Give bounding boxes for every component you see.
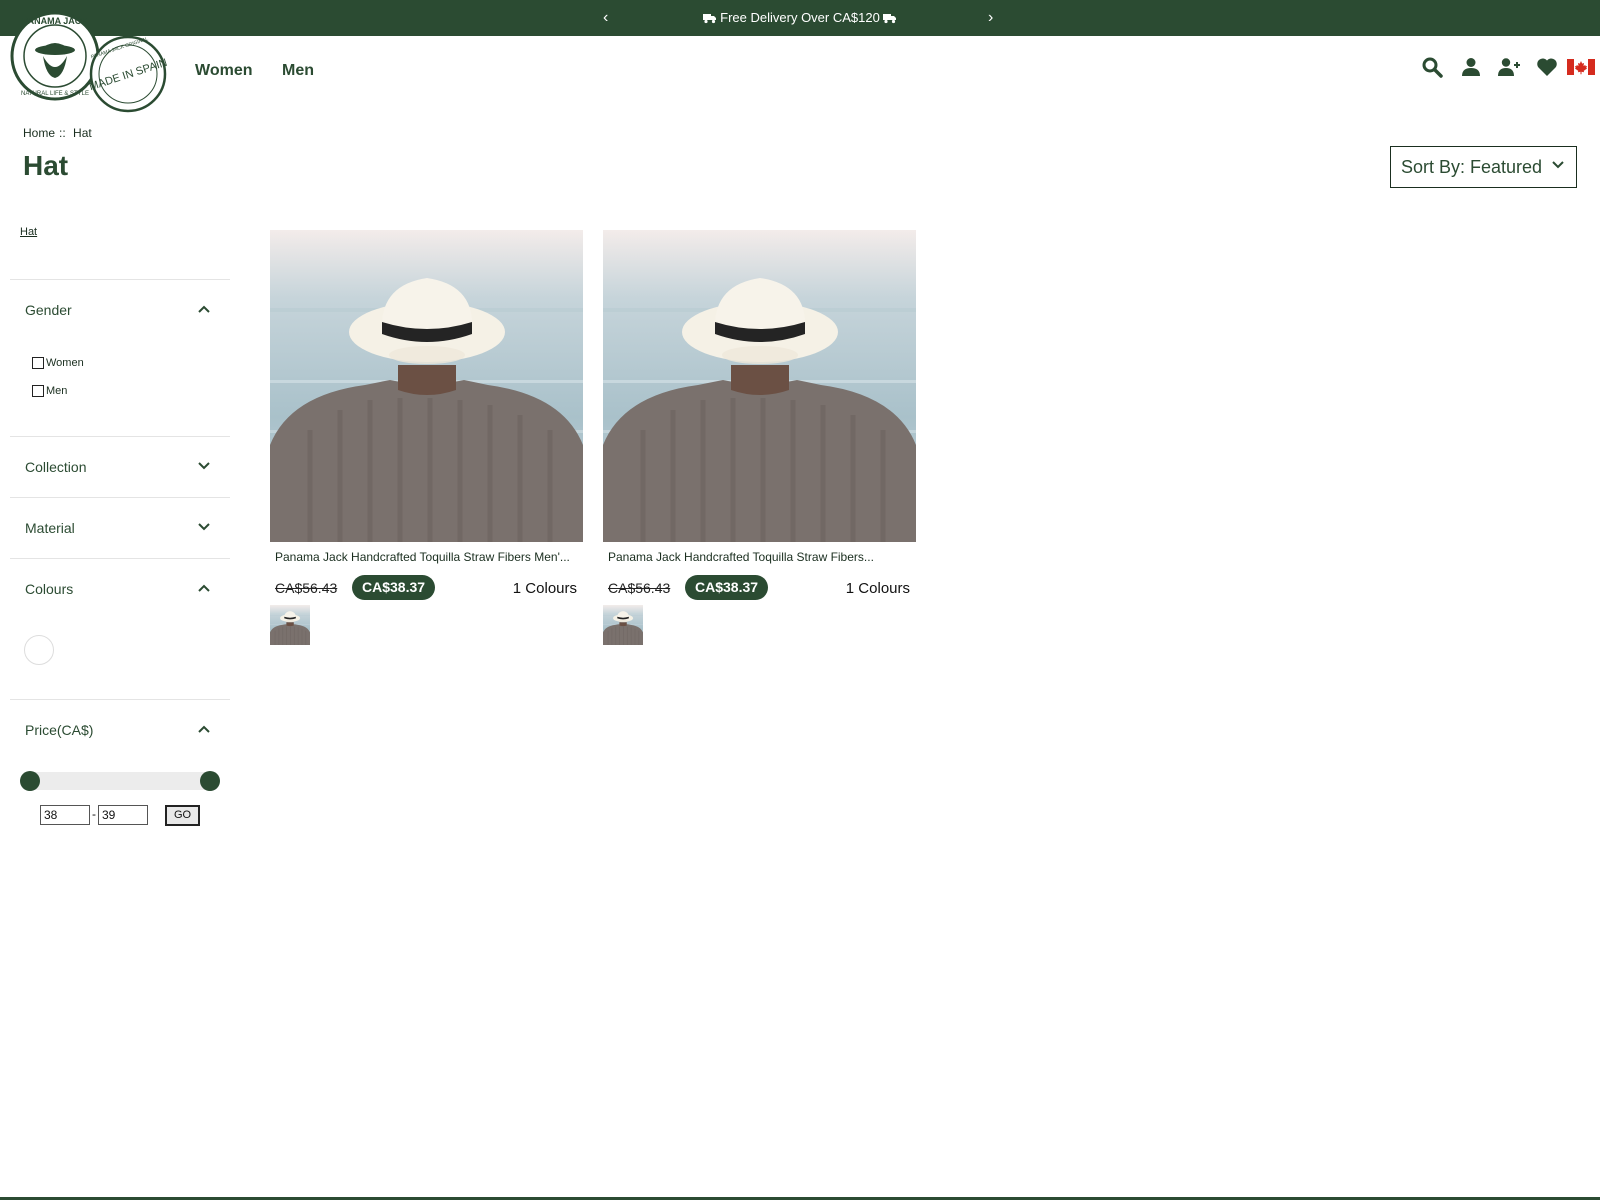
filter-option-label: Men: [46, 385, 68, 397]
chevron-up-icon: [198, 305, 210, 313]
product-card[interactable]: Panama Jack Handcrafted Toquilla Straw F…: [603, 230, 916, 645]
canada-flag-icon[interactable]: [1567, 55, 1595, 79]
chevron-down-icon: [198, 523, 210, 531]
product-image[interactable]: [270, 230, 583, 542]
product-old-price: CA$56.43: [275, 580, 338, 596]
logo-tagline: NATURAL LIFE & STYLE: [21, 91, 89, 97]
search-icon[interactable]: [1420, 55, 1444, 79]
nav-women[interactable]: Women: [195, 62, 252, 80]
product-card[interactable]: Panama Jack Handcrafted Toquilla Straw F…: [270, 230, 583, 645]
filter-price-header[interactable]: Price(CA$): [25, 722, 210, 738]
price-max-handle[interactable]: [200, 771, 220, 791]
promo-next-arrow[interactable]: ›: [988, 8, 993, 28]
price-range-track[interactable]: [30, 772, 210, 790]
filter-gender-header[interactable]: Gender: [25, 302, 210, 318]
filter-material-title: Material: [25, 520, 75, 536]
filter-option-label: Women: [46, 357, 84, 369]
price-min-handle[interactable]: [20, 771, 40, 791]
product-colour-count: 1 Colours: [512, 580, 577, 597]
filter-collection-header[interactable]: Collection: [25, 459, 210, 475]
sidebar-divider: [10, 279, 230, 280]
sidebar-category-hat[interactable]: Hat: [20, 226, 37, 238]
sort-dropdown[interactable]: Sort By: Featured: [1390, 146, 1577, 188]
product-old-price: CA$56.43: [608, 580, 671, 596]
filter-material-header[interactable]: Material: [25, 520, 210, 536]
breadcrumb-home[interactable]: Home: [23, 126, 55, 140]
filter-collection-title: Collection: [25, 459, 87, 475]
chevron-down-icon: [1552, 161, 1564, 169]
breadcrumb-separator: ::: [59, 126, 66, 140]
filter-option-women[interactable]: Women: [32, 357, 84, 369]
filter-option-men[interactable]: Men: [32, 385, 67, 397]
product-image[interactable]: [603, 230, 916, 542]
filter-gender-title: Gender: [25, 302, 72, 318]
wishlist-heart-icon[interactable]: [1535, 55, 1559, 79]
product-colour-thumbnail[interactable]: [603, 605, 643, 645]
page-title: Hat: [23, 150, 69, 181]
sidebar-divider: [10, 497, 230, 498]
sort-label: Sort By: Featured: [1401, 157, 1543, 177]
account-icon[interactable]: [1459, 55, 1483, 79]
truck-icon: [883, 14, 897, 24]
price-min-input[interactable]: [40, 805, 90, 825]
sidebar-divider: [10, 558, 230, 559]
brand-logo[interactable]: PANAMA JACK NATURAL LIFE & STYLE MADE IN…: [10, 12, 170, 122]
checkbox[interactable]: [32, 385, 44, 397]
product-colour-count: 1 Colours: [845, 580, 910, 597]
product-price-row: CA$56.43 CA$38.37 1 Colours: [270, 575, 583, 601]
product-colour-thumbnail[interactable]: [270, 605, 310, 645]
truck-icon: [702, 14, 716, 24]
announcement-bar: ‹ Free Delivery Over CA$120 ›: [0, 0, 1600, 36]
filter-colours-header[interactable]: Colours: [25, 581, 210, 597]
chevron-up-icon: [198, 584, 210, 592]
sidebar-divider: [10, 436, 230, 437]
price-range-dash: -: [92, 807, 96, 821]
filter-colours-title: Colours: [25, 581, 74, 597]
filter-price-title: Price(CA$): [25, 722, 94, 738]
breadcrumb: Home:: Hat: [23, 126, 96, 140]
promo-text: Free Delivery Over CA$120: [720, 10, 880, 25]
product-name[interactable]: Panama Jack Handcrafted Toquilla Straw F…: [270, 550, 575, 564]
chevron-up-icon: [198, 725, 210, 733]
promo-message: Free Delivery Over CA$120: [0, 10, 1600, 26]
colour-swatch-white[interactable]: [24, 635, 54, 665]
logo-brand-text: PANAMA JACK: [22, 16, 88, 26]
price-max-input[interactable]: [98, 805, 148, 825]
product-name[interactable]: Panama Jack Handcrafted Toquilla Straw F…: [603, 550, 908, 564]
breadcrumb-current[interactable]: Hat: [73, 126, 92, 140]
checkbox[interactable]: [32, 357, 44, 369]
price-go-button[interactable]: GO: [165, 805, 200, 826]
sidebar-divider: [10, 699, 230, 700]
add-user-icon[interactable]: [1497, 55, 1521, 79]
nav-men[interactable]: Men: [282, 62, 314, 80]
product-sale-price: CA$38.37: [685, 575, 769, 600]
product-price-row: CA$56.43 CA$38.37 1 Colours: [603, 575, 916, 601]
product-sale-price: CA$38.37: [352, 575, 436, 600]
chevron-down-icon: [198, 462, 210, 470]
